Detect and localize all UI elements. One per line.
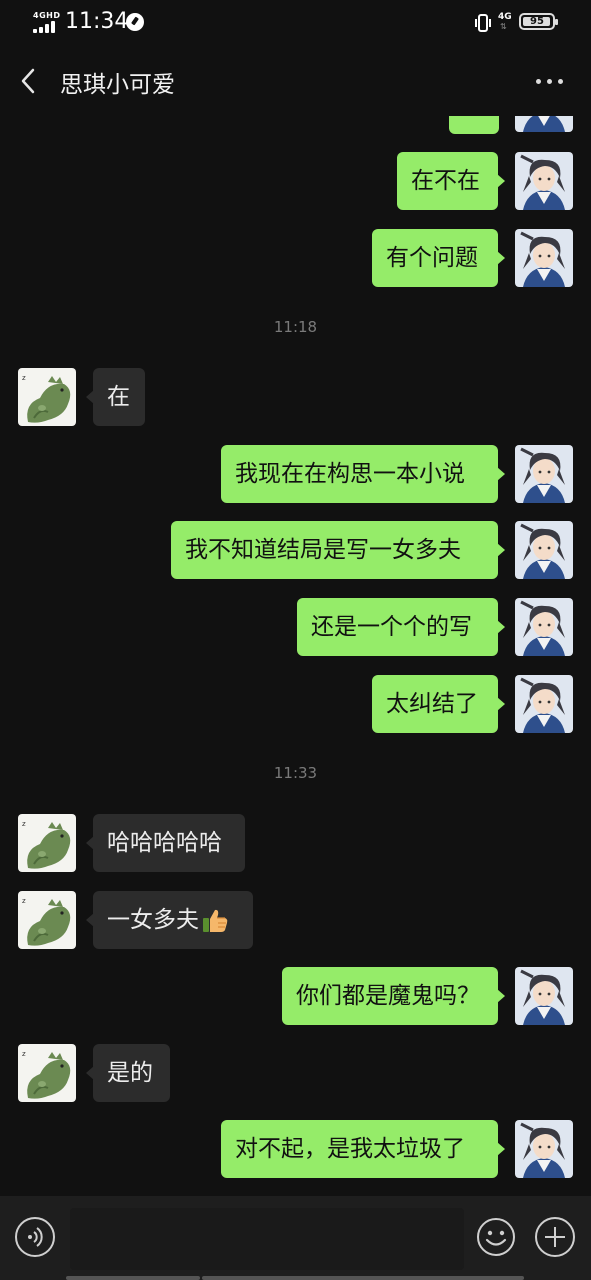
network-4g-label: 4G xyxy=(498,12,512,22)
message-bubble[interactable]: 还是一个个的写 xyxy=(297,598,505,656)
message-bubble[interactable]: 我现在在构思一本小说 xyxy=(221,445,505,503)
avatar-self[interactable] xyxy=(515,152,573,210)
nav-indicator xyxy=(202,1276,524,1280)
battery-icon: 95 xyxy=(519,13,558,30)
chevron-left-icon xyxy=(21,68,35,94)
message-timestamp: 11:33 xyxy=(273,764,318,782)
data-arrows-icon: ⇅ xyxy=(500,22,507,31)
avatar-self[interactable] xyxy=(515,116,573,132)
message-bubble[interactable]: 对不起，是我太垃圾了 xyxy=(221,1120,505,1178)
avatar-self[interactable] xyxy=(515,521,573,579)
network-type-label: 4GHD xyxy=(33,11,61,20)
message-bubble[interactable]: 在不在 xyxy=(397,152,505,210)
message-bubble[interactable]: 哈哈哈哈哈 xyxy=(86,814,245,872)
message-bubble[interactable]: 在 xyxy=(86,368,145,426)
message-list[interactable]: 在不在有个问题 11:18 z 在我现在在构思一本小说我不知道结局是写一女多夫还是一个… xyxy=(0,116,591,1196)
message-text: 一女多夫 xyxy=(107,907,199,933)
message-text: 你们都是魔鬼吗？ xyxy=(296,983,480,1009)
more-button[interactable] xyxy=(532,70,568,90)
message-text: 在不在 xyxy=(411,168,480,194)
avatar-self[interactable] xyxy=(515,1120,573,1178)
message-bubble[interactable]: 太纠结了 xyxy=(372,675,505,733)
message-timestamp: 11:18 xyxy=(273,318,318,336)
avatar-contact[interactable]: z xyxy=(18,1044,76,1102)
emoji-button[interactable] xyxy=(476,1217,516,1257)
message-text: 我现在在构思一本小说 xyxy=(235,461,465,487)
svg-text:z: z xyxy=(22,820,26,828)
battery-percent: 95 xyxy=(530,16,544,27)
avatar-contact[interactable]: z xyxy=(18,814,76,872)
chat-title: 思琪小可爱 xyxy=(60,72,175,98)
svg-text:z: z xyxy=(22,374,26,382)
message-text: 有个问题 xyxy=(386,245,478,271)
message-bubble-partial[interactable] xyxy=(449,116,499,134)
more-dots-icon xyxy=(536,79,541,84)
status-bar: 4GHD 11:34 4G ⇅ 95 xyxy=(0,0,591,46)
message-text: 哈哈哈哈哈 xyxy=(107,830,222,856)
avatar-self[interactable] xyxy=(515,445,573,503)
signal-icon xyxy=(33,21,57,33)
message-bubble[interactable]: 你们都是魔鬼吗？ xyxy=(282,967,505,1025)
message-text: 我不知道结局是写一女多夫 xyxy=(185,537,461,563)
plus-button[interactable] xyxy=(535,1217,575,1257)
voice-button[interactable] xyxy=(15,1217,55,1257)
message-bubble[interactable]: 一女多夫 xyxy=(86,891,253,949)
nav-indicator xyxy=(66,1276,200,1280)
input-bar xyxy=(0,1196,591,1280)
vibrate-icon xyxy=(473,13,493,33)
avatar-self[interactable] xyxy=(515,967,573,1025)
avatar-contact[interactable]: z xyxy=(18,891,76,949)
app-notification-icon xyxy=(126,13,144,31)
message-bubble[interactable]: 有个问题 xyxy=(372,229,505,287)
avatar-self[interactable] xyxy=(515,598,573,656)
chat-header: 思琪小可爱 xyxy=(0,46,591,116)
back-button[interactable] xyxy=(14,65,44,97)
avatar-contact[interactable]: z xyxy=(18,368,76,426)
message-bubble[interactable]: 是的 xyxy=(86,1044,170,1102)
svg-text:z: z xyxy=(22,1050,26,1058)
message-text: 在 xyxy=(107,384,130,410)
message-text: 是的 xyxy=(107,1060,153,1086)
message-bubble[interactable]: 我不知道结局是写一女多夫 xyxy=(171,521,505,579)
emoji-icon xyxy=(477,1218,515,1256)
thumbs-up-icon xyxy=(203,909,228,932)
avatar-self[interactable] xyxy=(515,229,573,287)
message-text: 太纠结了 xyxy=(386,691,478,717)
voice-icon xyxy=(28,1227,43,1247)
avatar-self[interactable] xyxy=(515,675,573,733)
message-text: 对不起，是我太垃圾了 xyxy=(235,1136,465,1162)
svg-text:z: z xyxy=(22,897,26,905)
message-text: 还是一个个的写 xyxy=(311,614,472,640)
message-input[interactable] xyxy=(70,1208,464,1270)
status-time: 11:34 xyxy=(65,9,129,34)
